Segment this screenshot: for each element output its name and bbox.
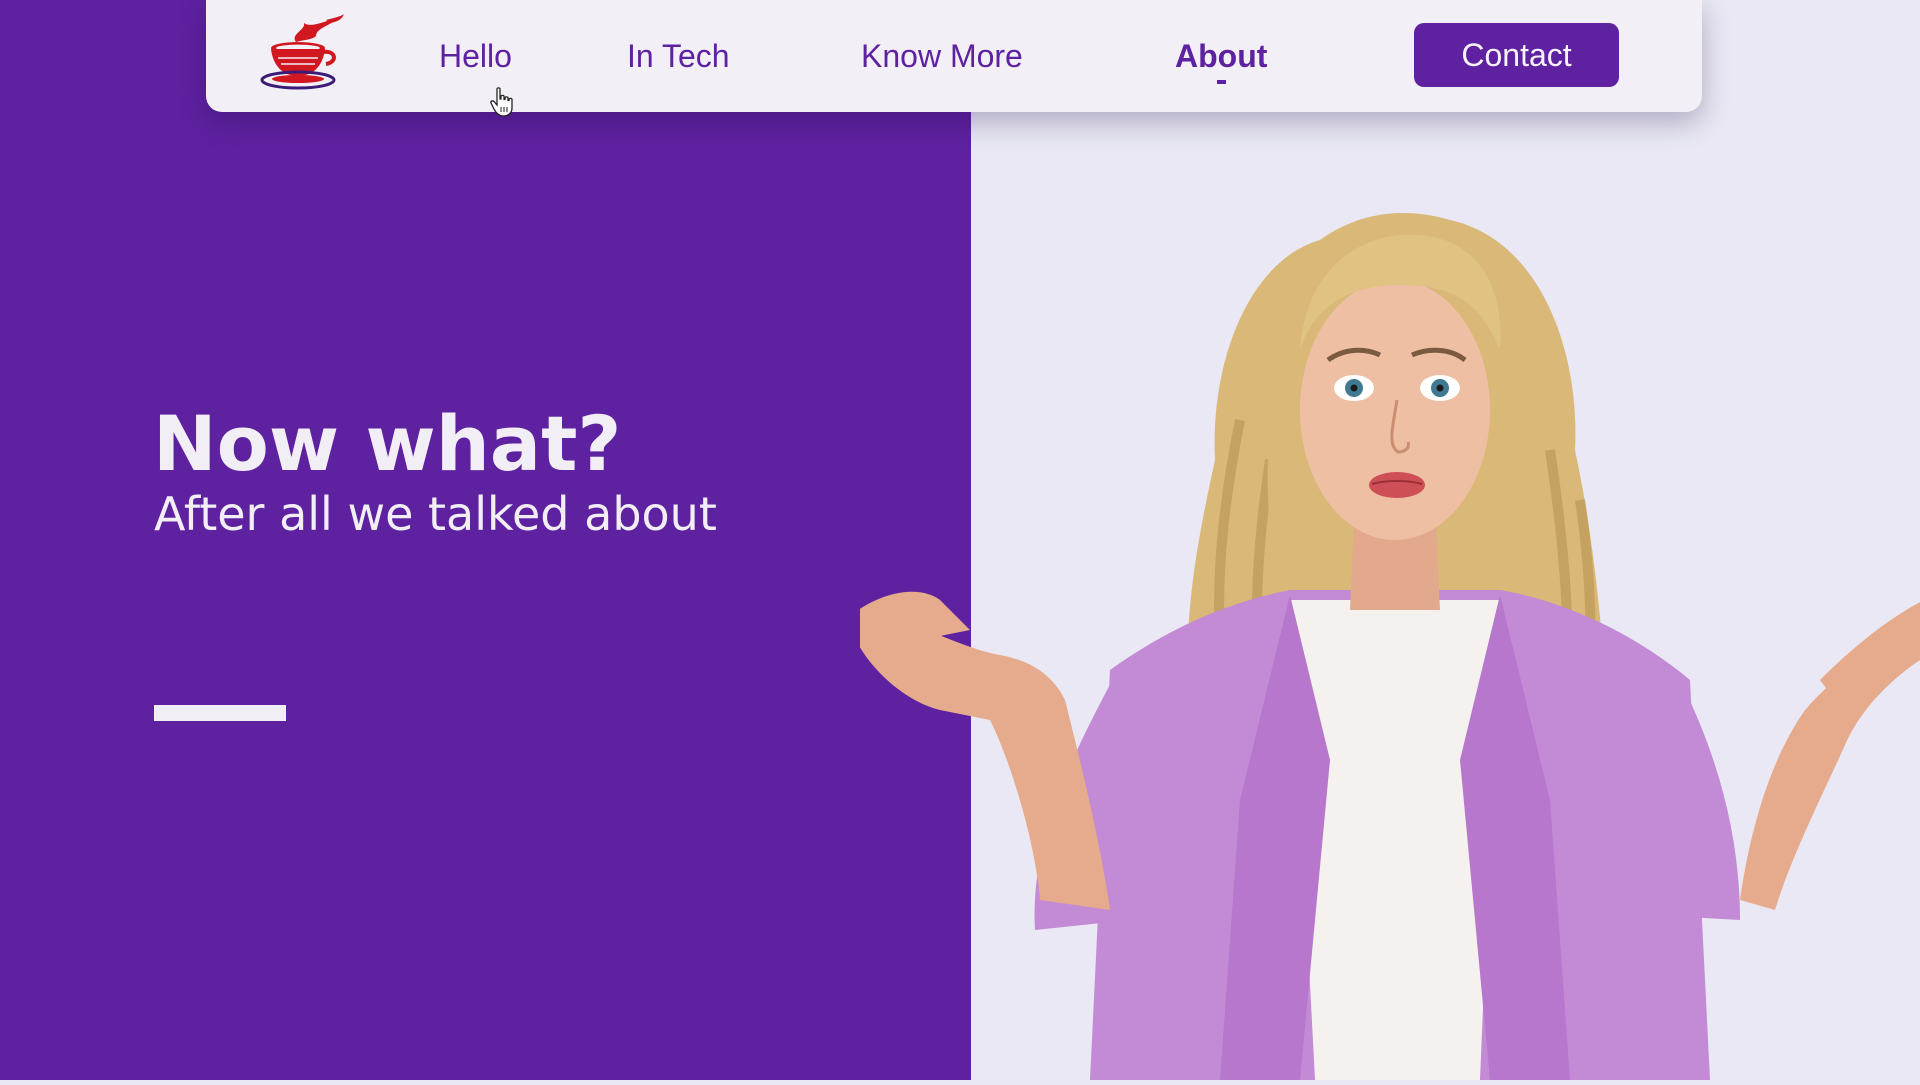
hero-title: Now what? [153, 399, 622, 488]
nav-link-know-more[interactable]: Know More [861, 38, 1023, 75]
shrugging-woman-photo [845, 200, 1920, 1080]
nav-link-hello[interactable]: Hello [439, 38, 512, 75]
top-navbar: Hello In Tech Know More About Contact [206, 0, 1702, 112]
contact-button[interactable]: Contact [1414, 23, 1619, 87]
nav-link-in-tech[interactable]: In Tech [627, 38, 730, 75]
accent-bar [154, 705, 286, 721]
coffee-cup-icon[interactable] [256, 14, 348, 90]
active-indicator [1217, 80, 1226, 84]
hero-subtitle: After all we talked about [154, 487, 717, 541]
nav-link-about[interactable]: About [1175, 38, 1267, 75]
hand-pointer-icon [490, 87, 514, 117]
